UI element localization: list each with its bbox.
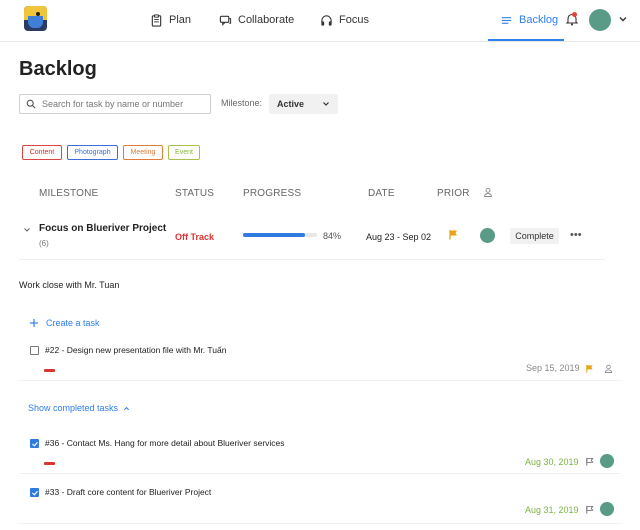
task-row[interactable]: #36 - Contact Ms. Hang for more detail a…: [19, 432, 621, 474]
user-icon: [484, 187, 492, 197]
nav-backlog[interactable]: Backlog: [500, 12, 558, 28]
task-row[interactable]: #22 - Design new presentation file with …: [19, 339, 621, 381]
avatar[interactable]: [480, 228, 495, 243]
task-checkbox[interactable]: [30, 439, 39, 448]
avatar[interactable]: [589, 9, 611, 31]
page-title: Backlog: [19, 58, 97, 80]
flag-icon[interactable]: [585, 457, 594, 466]
chat-icon: [219, 15, 232, 26]
column-header-date: DATE: [368, 188, 395, 199]
check-icon: [32, 441, 38, 447]
complete-button[interactable]: Complete: [510, 228, 559, 244]
flag-icon[interactable]: [448, 229, 459, 240]
column-header-status: STATUS: [175, 188, 215, 199]
milestone-date-range: Aug 23 - Sep 02: [366, 232, 432, 242]
clipboard-icon: [151, 13, 162, 27]
search-icon: [26, 99, 36, 109]
user-icon[interactable]: [604, 364, 613, 373]
task-tag-indicator: [44, 369, 55, 372]
nav-collaborate-label: Collaborate: [238, 14, 295, 26]
avatar[interactable]: [600, 454, 614, 468]
task-title[interactable]: #33 - Draft core content for Blueriver P…: [45, 487, 211, 497]
progress-percent: 84%: [323, 231, 342, 241]
milestone-name[interactable]: Focus on Blueriver Project: [39, 223, 166, 234]
chevron-up-icon: [123, 406, 130, 410]
milestone-row[interactable]: Focus on Blueriver Project (6) Off Track…: [19, 214, 605, 260]
milestone-filter-value: Active: [277, 99, 305, 109]
chevron-down-icon[interactable]: [618, 14, 628, 24]
create-task-label: Create a task: [46, 318, 100, 328]
nav-collaborate[interactable]: Collaborate: [219, 12, 294, 28]
task-tag-indicator: [44, 462, 55, 465]
search-input[interactable]: [42, 99, 202, 109]
top-navigation-bar: Plan Collaborate Focus Backlog: [0, 0, 640, 42]
show-completed-tasks-toggle[interactable]: Show completed tasks: [28, 403, 130, 413]
more-options-icon[interactable]: •••: [570, 229, 582, 241]
milestone-description: Work close with Mr. Tuan: [19, 280, 120, 290]
task-due-date: Aug 30, 2019: [525, 457, 579, 467]
tag-event[interactable]: Event: [168, 145, 200, 160]
check-icon: [32, 490, 38, 496]
plus-icon: [30, 319, 38, 327]
status-badge: Off Track: [175, 232, 215, 242]
search-box[interactable]: [19, 94, 211, 114]
tag-content[interactable]: Content: [22, 145, 62, 160]
task-title[interactable]: #22 - Design new presentation file with …: [45, 345, 226, 355]
avatar[interactable]: [600, 502, 614, 516]
task-checkbox[interactable]: [30, 488, 39, 497]
flag-icon[interactable]: [585, 505, 594, 514]
column-header-progress: PROGRESS: [243, 188, 302, 199]
column-header-milestone: MILESTONE: [39, 188, 99, 199]
task-checkbox[interactable]: [30, 346, 39, 355]
nav-plan[interactable]: Plan: [150, 12, 191, 28]
task-row[interactable]: #33 - Draft core content for Blueriver P…: [19, 480, 621, 524]
column-header-priority: PRIOR: [437, 188, 470, 199]
chevron-down-icon: [323, 102, 329, 106]
nav-plan-label: Plan: [169, 14, 192, 26]
progress-bar: [243, 233, 317, 237]
app-logo-icon[interactable]: [24, 6, 47, 31]
nav-focus[interactable]: Focus: [320, 12, 369, 28]
flag-icon[interactable]: [585, 364, 594, 373]
tag-photograph[interactable]: Photograph: [67, 145, 118, 160]
milestone-filter-select[interactable]: Active: [269, 94, 338, 114]
notification-dot: [572, 12, 577, 17]
list-icon: [501, 16, 512, 24]
task-due-date: Sep 15, 2019: [526, 363, 580, 373]
nav-backlog-label: Backlog: [519, 14, 559, 26]
active-tab-indicator: [488, 39, 564, 41]
milestone-task-count: (6): [39, 239, 49, 248]
task-due-date: Aug 31, 2019: [525, 505, 579, 515]
task-title[interactable]: #36 - Contact Ms. Hang for more detail a…: [45, 438, 285, 448]
show-completed-label: Show completed tasks: [28, 403, 119, 413]
progress-bar-fill: [243, 233, 306, 237]
tag-meeting[interactable]: Meeting: [123, 145, 163, 160]
headphones-icon: [321, 14, 332, 26]
create-task-button[interactable]: Create a task: [29, 318, 100, 328]
milestone-filter-label: Milestone:: [221, 98, 263, 108]
chevron-down-icon[interactable]: [23, 226, 31, 234]
nav-focus-label: Focus: [339, 14, 369, 26]
